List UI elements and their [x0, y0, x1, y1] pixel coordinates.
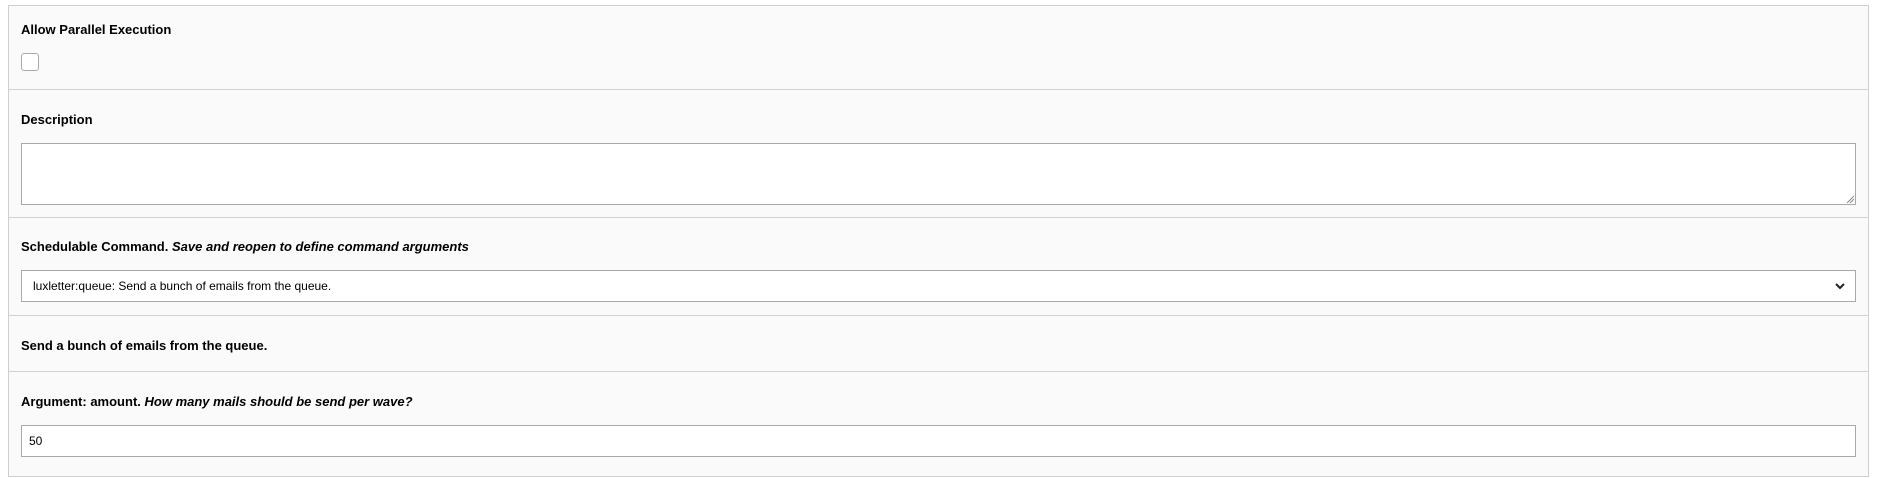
description-textarea[interactable] [21, 143, 1856, 205]
command-info-text: Send a bunch of emails from the queue. [21, 338, 268, 353]
parallel-execution-toggle[interactable] [21, 53, 39, 71]
form-body: Allow Parallel Execution Description Sch… [8, 6, 1869, 478]
argument-row: Argument: amount. How many mails should … [8, 371, 1869, 477]
parallel-execution-title: Allow Parallel Execution [21, 22, 172, 37]
argument-label: Argument: amount. How many mails should … [21, 394, 413, 410]
argument-amount-input[interactable]: 50 [21, 425, 1856, 457]
command-hint: Save and reopen to define command argume… [172, 239, 469, 254]
description-label: Description [21, 112, 93, 127]
resize-handle-icon[interactable] [1846, 195, 1855, 204]
command-label-text: Schedulable Command. [21, 239, 169, 254]
top-rule [8, 5, 1869, 6]
command-select[interactable]: luxletter:queue: Send a bunch of emails … [21, 270, 1856, 302]
description-row: Description [8, 89, 1869, 224]
argument-label-text: Argument: amount. [21, 394, 141, 409]
command-info-row: Send a bunch of emails from the queue. [8, 315, 1869, 372]
command-select-value: luxletter:queue: Send a bunch of emails … [33, 279, 332, 293]
command-label: Schedulable Command. Save and reopen to … [21, 239, 469, 255]
command-row: Schedulable Command. Save and reopen to … [8, 217, 1869, 316]
argument-hint: How many mails should be send per wave? [144, 394, 413, 409]
chevron-down-icon [1835, 283, 1845, 290]
parallel-execution-row: Allow Parallel Execution [8, 6, 1869, 90]
